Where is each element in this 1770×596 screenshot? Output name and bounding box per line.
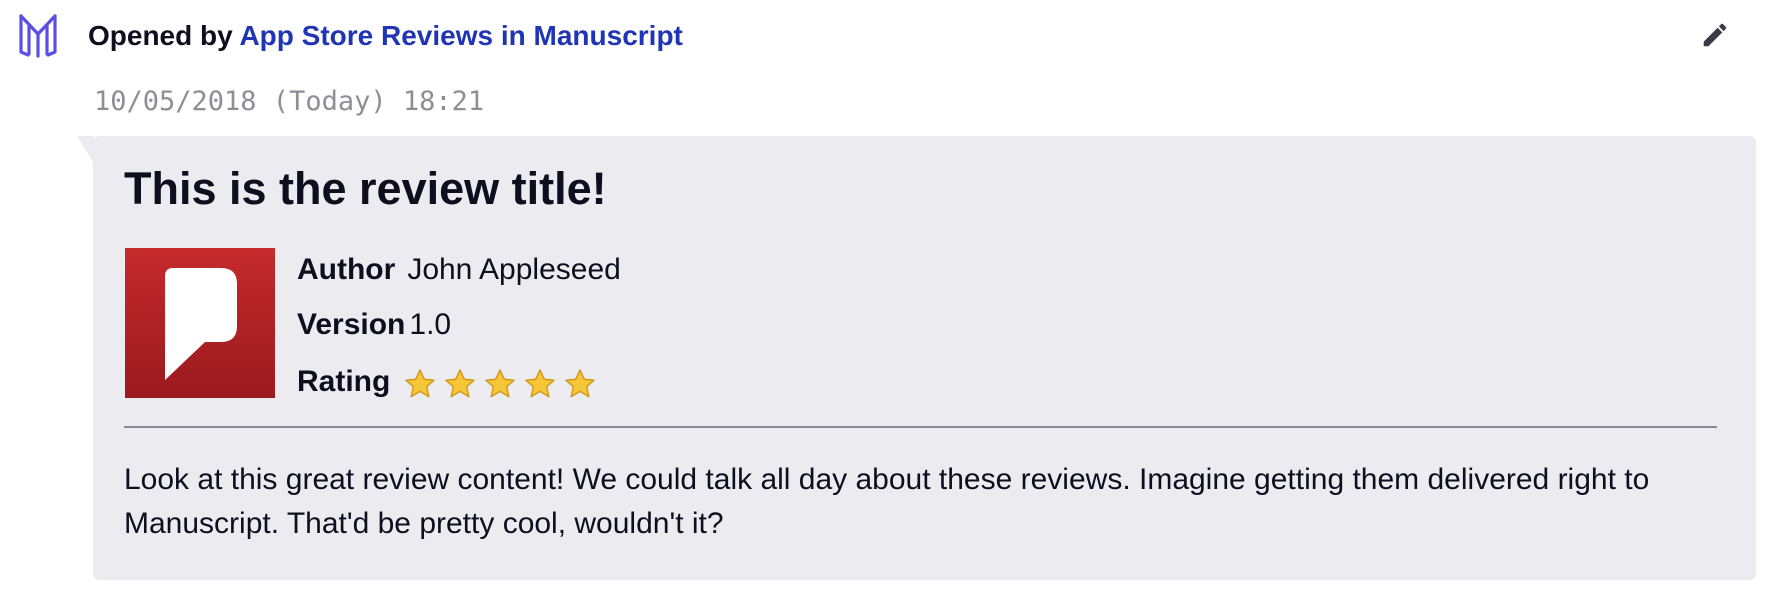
review-body: Look at this great review content! We co… [124, 463, 1650, 540]
star-icon [565, 369, 596, 398]
author-label: Author [297, 253, 396, 286]
divider [124, 426, 1717, 428]
review-card: This is the review title! Author John App… [93, 136, 1756, 580]
star-icon [405, 369, 436, 398]
version-label: Version [297, 308, 406, 341]
rating-stars [404, 363, 604, 403]
star-icon [525, 369, 556, 398]
manuscript-logo-icon [19, 14, 57, 58]
author-value: John Appleseed [407, 253, 621, 286]
rating-label: Rating [297, 365, 391, 398]
opened-by-label: Opened by [88, 20, 233, 51]
version-row: Version 1.0 [297, 305, 451, 345]
event-timestamp: 10/05/2018 (Today) 18:21 [94, 86, 485, 117]
pencil-icon[interactable] [1700, 20, 1730, 50]
rating-row: Rating [297, 362, 604, 402]
speech-bubble-app-icon [125, 248, 275, 398]
star-icon [485, 369, 516, 398]
version-value: 1.0 [409, 308, 452, 341]
star-icon [445, 369, 476, 398]
opened-by-line: Opened by App Store Reviews in Manuscrip… [88, 18, 683, 54]
author-row: Author John Appleseed [297, 250, 621, 290]
card-pointer [77, 136, 94, 164]
review-title: This is the review title! [124, 163, 607, 214]
opener-link[interactable]: App Store Reviews in Manuscript [239, 20, 682, 51]
